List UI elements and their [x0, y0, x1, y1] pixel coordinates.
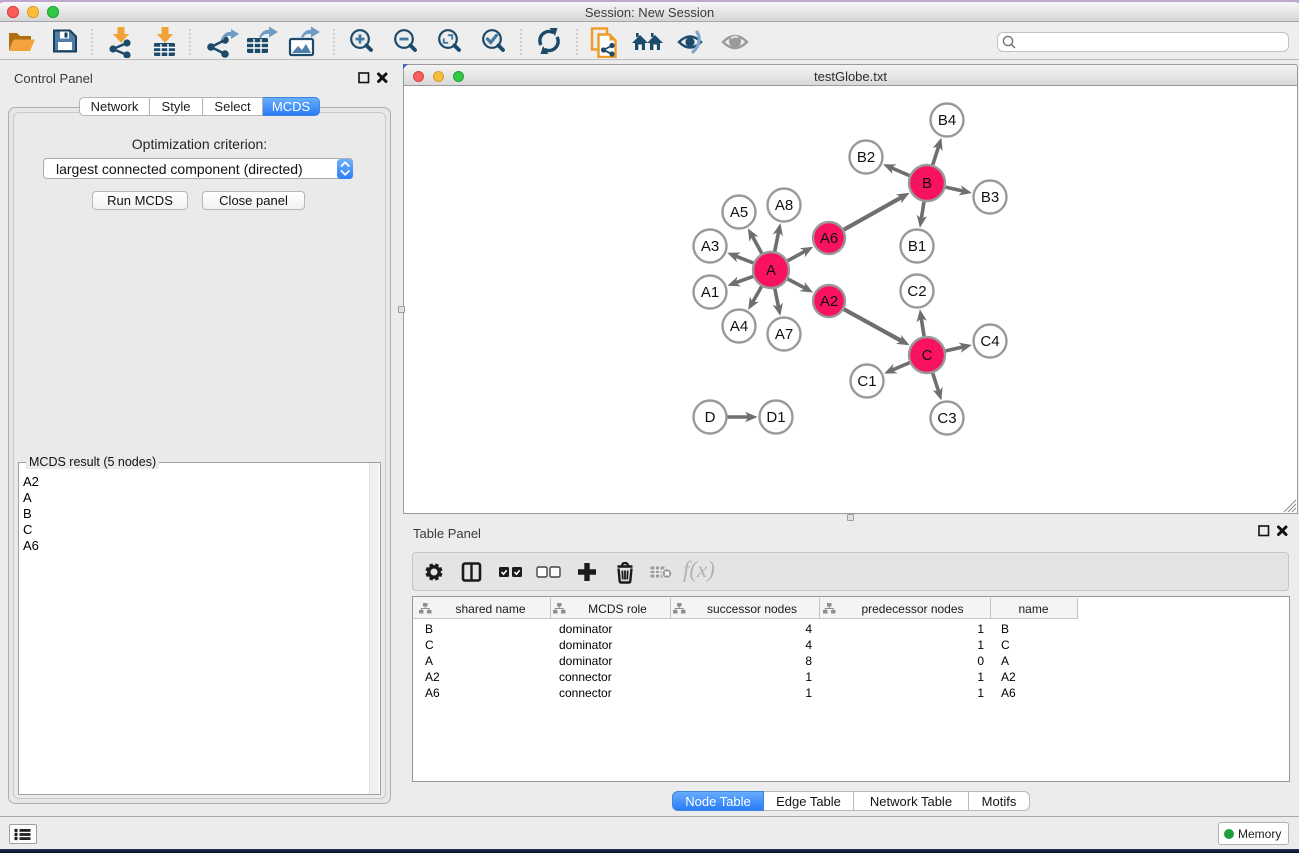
svg-text:A7: A7 — [775, 326, 793, 343]
svg-text:A5: A5 — [730, 204, 748, 221]
svg-text:A3: A3 — [701, 238, 719, 255]
svg-text:A8: A8 — [775, 197, 793, 214]
svg-text:B3: B3 — [981, 189, 999, 206]
svg-text:B1: B1 — [908, 238, 926, 255]
svg-text:C3: C3 — [937, 410, 956, 427]
svg-text:C1: C1 — [857, 373, 876, 390]
svg-text:C: C — [922, 347, 933, 364]
svg-text:B4: B4 — [938, 112, 956, 129]
svg-text:A2: A2 — [820, 293, 838, 310]
svg-text:D: D — [705, 409, 716, 426]
svg-text:A6: A6 — [820, 230, 838, 247]
svg-text:D1: D1 — [766, 409, 785, 426]
svg-text:B: B — [922, 175, 932, 192]
svg-text:A4: A4 — [730, 318, 748, 335]
svg-text:C4: C4 — [980, 333, 999, 350]
svg-text:C2: C2 — [907, 283, 926, 300]
svg-text:A1: A1 — [701, 284, 719, 301]
svg-text:B2: B2 — [857, 149, 875, 166]
svg-text:A: A — [766, 262, 776, 279]
